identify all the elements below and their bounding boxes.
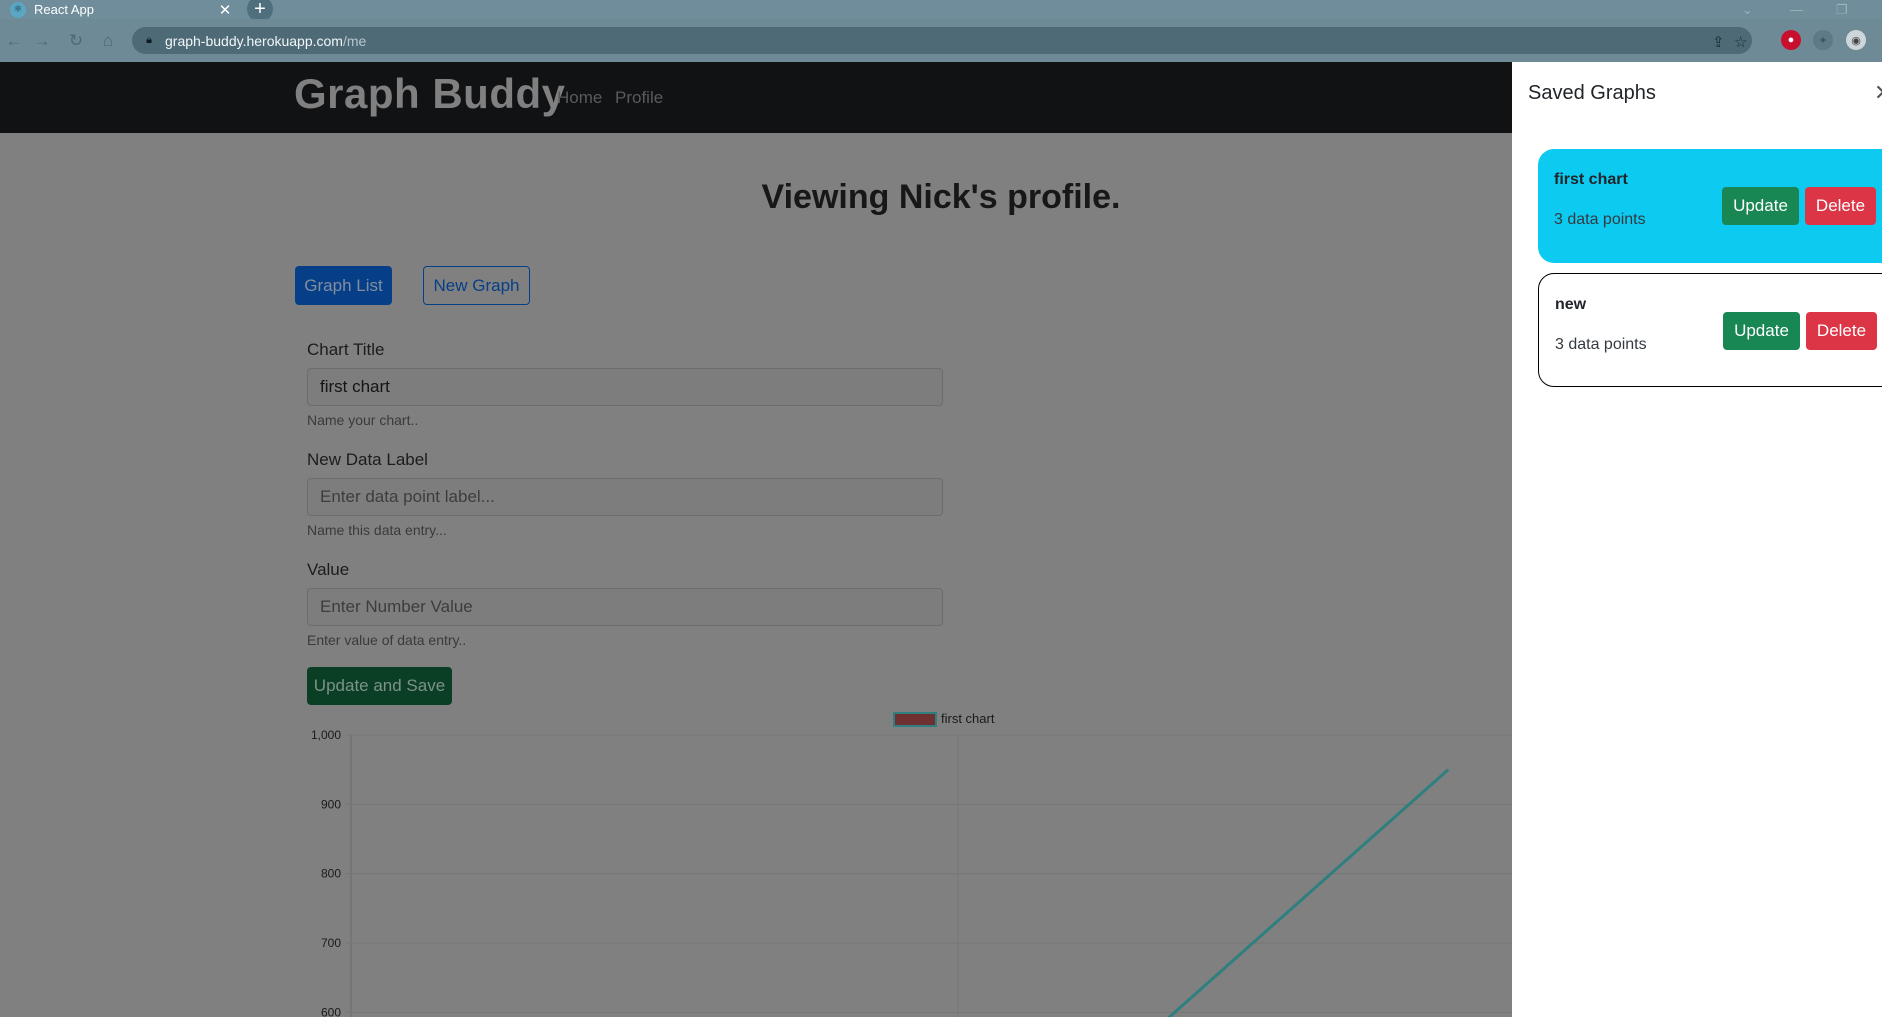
update-graph-button[interactable]: Update (1722, 187, 1799, 225)
lock-icon: 🔒︎ (146, 34, 152, 46)
y-tick-label: 1,000 (311, 728, 341, 742)
y-tick-label: 800 (321, 867, 341, 881)
nav-home-link[interactable]: Home (557, 88, 602, 108)
graph-name: first chart (1554, 171, 1628, 188)
minimize-icon[interactable]: — (1790, 0, 1803, 19)
tab-title: React App (34, 2, 94, 17)
browser-tab[interactable]: ⚛ React App ✕ (0, 0, 240, 19)
data-label-help: Name this data entry... (307, 522, 447, 538)
legend-label: first chart (941, 711, 995, 726)
value-label: Value (307, 560, 350, 579)
browser-toolbar: ← → ↻ ⌂ 🔒︎ graph-buddy.herokuapp.com/me … (0, 19, 1882, 62)
saved-graph-card[interactable]: new 3 data points Update Delete (1538, 273, 1882, 387)
chart-title-input[interactable]: first chart (307, 368, 943, 406)
tab-search-icon[interactable]: ⌄ (1742, 0, 1753, 19)
reload-icon[interactable]: ↻ (66, 31, 86, 51)
extensions-puzzle-icon[interactable]: ✦ (1813, 30, 1833, 50)
y-tick-label: 700 (321, 936, 341, 950)
data-label-input[interactable]: Enter data point label... (307, 478, 943, 516)
react-favicon-icon: ⚛ (10, 1, 26, 18)
graph-list-button[interactable]: Graph List (295, 266, 392, 305)
line-chart: first chart 1,000 900 800 700 600 (311, 711, 1512, 1017)
delete-graph-button[interactable]: Delete (1805, 187, 1876, 225)
home-icon[interactable]: ⌂ (98, 31, 118, 51)
series-line (1167, 768, 1450, 1017)
address-bar[interactable]: 🔒︎ graph-buddy.herokuapp.com/me ⇪ ☆ (132, 27, 1752, 54)
saved-graphs-panel: Saved Graphs ✕ first chart 3 data points… (1512, 62, 1882, 1017)
update-graph-button[interactable]: Update (1723, 312, 1800, 350)
back-icon[interactable]: ← (4, 31, 24, 51)
graph-name: new (1555, 296, 1587, 313)
panel-title: Saved Graphs (1528, 82, 1656, 104)
bookmark-star-icon[interactable]: ☆ (1734, 33, 1747, 51)
graph-point-count: 3 data points (1555, 336, 1647, 353)
legend-swatch (893, 712, 937, 727)
tab-close-icon[interactable]: ✕ (216, 1, 234, 19)
delete-graph-button[interactable]: Delete (1806, 312, 1877, 350)
profile-avatar-icon[interactable]: ◉ (1846, 30, 1866, 50)
brand-logo[interactable]: Graph Buddy (294, 70, 566, 118)
y-axis-ticks: 1,000 900 800 700 600 (311, 728, 341, 1017)
graph-point-count: 3 data points (1554, 211, 1646, 228)
extension-icon[interactable]: ● (1781, 30, 1801, 50)
chart-legend[interactable]: first chart (893, 711, 995, 727)
chart-title-help: Name your chart.. (307, 412, 419, 428)
chart-grid (345, 734, 1512, 1017)
chart-series (1167, 768, 1450, 1017)
data-label-label: New Data Label (307, 450, 428, 469)
close-icon[interactable]: ✕ (1874, 80, 1882, 106)
value-help: Enter value of data entry.. (307, 632, 467, 648)
nav-profile-link[interactable]: Profile (615, 88, 663, 108)
value-input[interactable]: Enter Number Value (307, 588, 943, 626)
url-text: graph-buddy.herokuapp.com/me (165, 32, 367, 49)
share-icon[interactable]: ⇪ (1712, 33, 1725, 51)
app-navbar (0, 62, 1512, 133)
forward-icon[interactable]: → (32, 31, 52, 51)
restore-icon[interactable]: ❐ (1836, 0, 1848, 19)
chart-title-label: Chart Title (307, 340, 385, 359)
saved-graph-card[interactable]: first chart 3 data points Update Delete (1538, 149, 1882, 263)
browser-tab-bar: ⚛ React App ✕ + ⌄ — ❐ (0, 0, 1882, 22)
y-tick-label: 600 (321, 1005, 341, 1017)
y-tick-label: 900 (321, 797, 341, 811)
new-graph-button[interactable]: New Graph (423, 266, 530, 305)
